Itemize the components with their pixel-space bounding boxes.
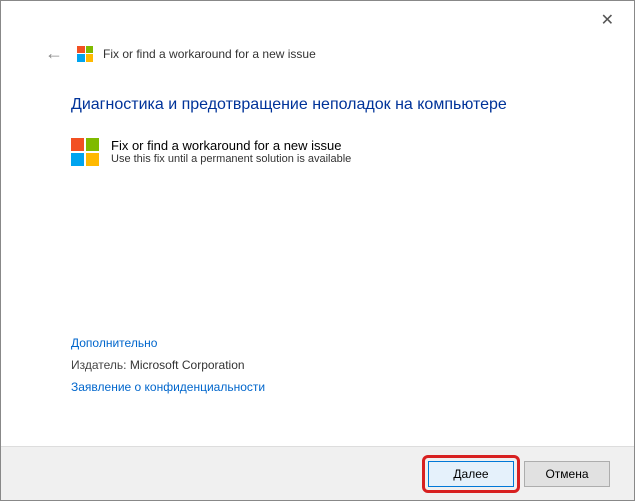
fix-title: Fix or find a workaround for a new issue	[111, 138, 351, 153]
next-button[interactable]: Далее	[428, 461, 514, 487]
next-button-highlight: Далее	[428, 461, 514, 487]
publisher-row: Издатель: Microsoft Corporation	[71, 358, 265, 372]
advanced-link[interactable]: Дополнительно	[71, 336, 265, 350]
header: ← Fix or find a workaround for a new iss…	[1, 41, 634, 66]
publisher-value: Microsoft Corporation	[130, 358, 245, 372]
privacy-link[interactable]: Заявление о конфиденциальности	[71, 380, 265, 394]
bottom-links: Дополнительно Издатель: Microsoft Corpor…	[71, 336, 265, 400]
close-icon[interactable]: ✕	[593, 9, 622, 33]
microsoft-logo-icon	[77, 46, 93, 62]
content-area: Диагностика и предотвращение неполадок н…	[1, 66, 634, 166]
page-heading: Диагностика и предотвращение неполадок н…	[71, 96, 564, 114]
microsoft-logo-icon	[71, 138, 99, 166]
window-title: Fix or find a workaround for a new issue	[103, 47, 316, 61]
fix-item: Fix or find a workaround for a new issue…	[71, 138, 564, 166]
back-arrow-icon[interactable]: ←	[41, 41, 67, 66]
fix-text: Fix or find a workaround for a new issue…	[111, 138, 351, 165]
titlebar: ✕	[1, 1, 634, 41]
footer: Далее Отмена	[1, 446, 634, 500]
fix-subtitle: Use this fix until a permanent solution …	[111, 153, 351, 165]
cancel-button[interactable]: Отмена	[524, 461, 610, 487]
publisher-label: Издатель:	[71, 358, 127, 372]
